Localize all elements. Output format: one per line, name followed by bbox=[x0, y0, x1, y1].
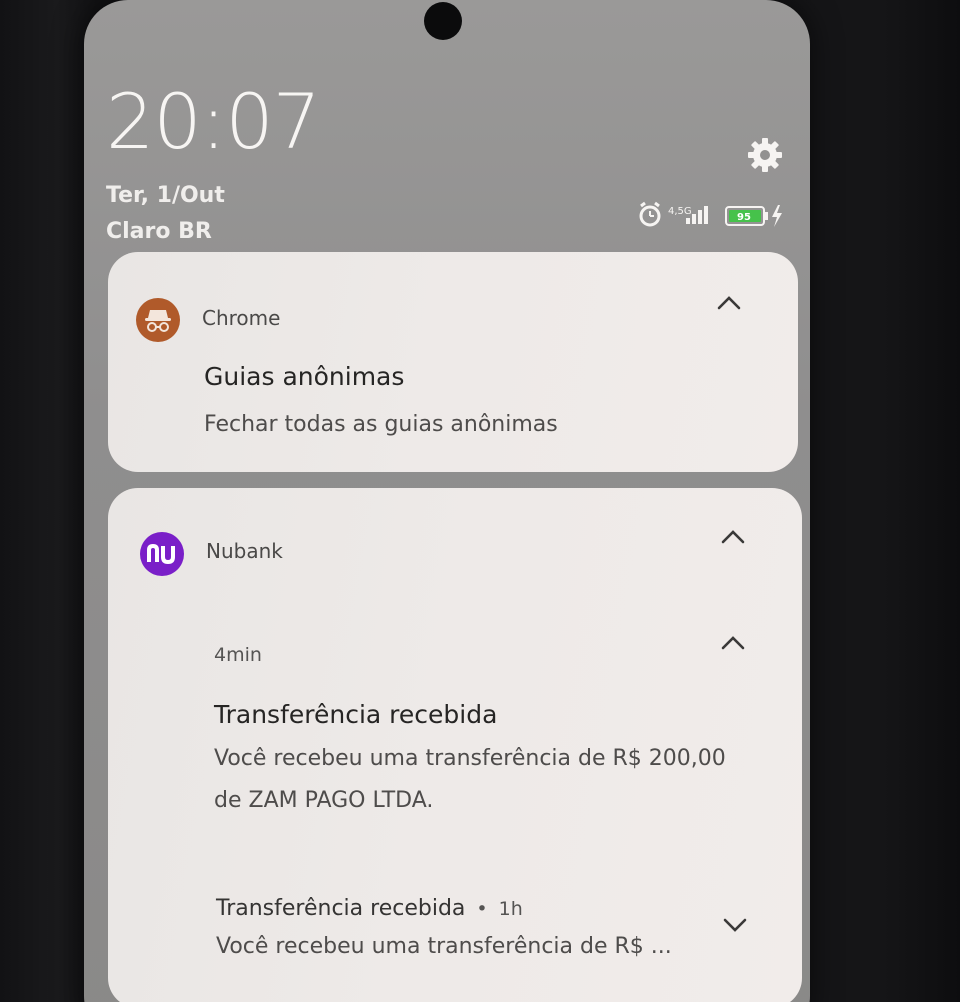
phone-screen: 20:07 Ter, 1/Out Claro BR 4,5G 95 Chrome… bbox=[84, 0, 810, 1002]
charging-icon bbox=[772, 205, 782, 227]
collapsed-notification-title[interactable]: Transferência recebida • 1h bbox=[216, 896, 523, 921]
battery-level: 95 bbox=[737, 212, 751, 223]
collapse-group-chevron-icon[interactable] bbox=[720, 528, 746, 546]
collapse-chevron-icon[interactable] bbox=[716, 294, 742, 312]
chrome-notification[interactable]: Chrome Guias anônimas Fechar todas as gu… bbox=[108, 252, 798, 472]
notification-title: Transferência recebida bbox=[214, 700, 498, 729]
collapsed-time: 1h bbox=[498, 898, 523, 920]
photo-background: 20:07 Ter, 1/Out Claro BR 4,5G 95 Chrome… bbox=[0, 0, 960, 1002]
battery-icon: 95 bbox=[725, 206, 768, 226]
notification-body: Fechar todas as guias anônimas bbox=[204, 412, 558, 437]
lockscreen-clock: 20:07 bbox=[106, 77, 321, 166]
incognito-icon bbox=[136, 298, 180, 342]
app-name-chrome: Chrome bbox=[202, 306, 281, 330]
settings-icon[interactable] bbox=[746, 136, 784, 174]
network-type-label: 4,5G bbox=[668, 206, 692, 217]
collapsed-title-text: Transferência recebida bbox=[216, 896, 466, 921]
notification-title: Guias anônimas bbox=[204, 362, 405, 391]
lockscreen-date: Ter, 1/Out bbox=[106, 183, 225, 208]
separator-dot: • bbox=[476, 898, 488, 920]
nubank-logo-icon bbox=[140, 532, 184, 576]
carrier-name: Claro BR bbox=[106, 219, 212, 244]
notification-body-line1: Você recebeu uma transferência de R$ 200… bbox=[214, 746, 726, 771]
nubank-notification[interactable]: Nubank 4min Transferência recebida Você … bbox=[108, 488, 802, 1002]
front-camera bbox=[424, 2, 462, 40]
app-name-nubank: Nubank bbox=[206, 539, 283, 563]
notification-time: 4min bbox=[214, 644, 262, 666]
expand-chevron-icon[interactable] bbox=[722, 916, 748, 934]
alarm-icon bbox=[639, 201, 661, 227]
notification-body-line2: de ZAM PAGO LTDA. bbox=[214, 788, 434, 813]
collapse-chevron-icon[interactable] bbox=[720, 634, 746, 652]
status-bar-icons: 4,5G 95 bbox=[638, 200, 798, 230]
collapsed-notification-body: Você recebeu uma transferência de R$ ... bbox=[216, 934, 672, 959]
